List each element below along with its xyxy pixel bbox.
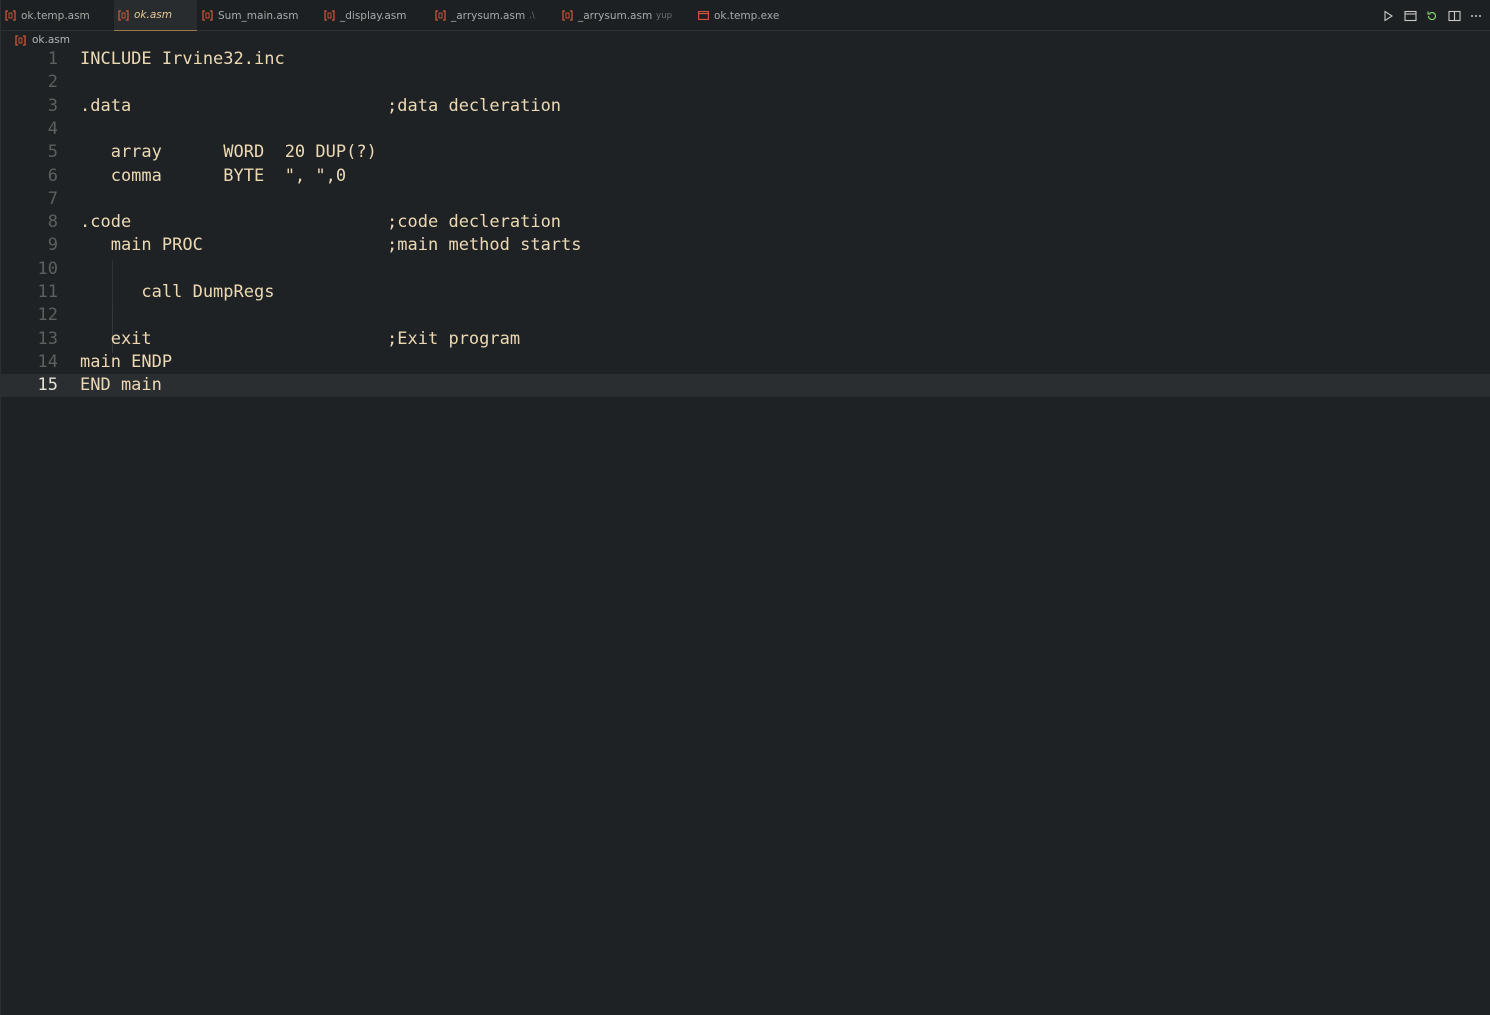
code-line[interactable]: 4 [1,118,1490,141]
tab-sum-main-asm[interactable]: Sum_main.asm [202,0,299,31]
code-line[interactable]: 7 [1,188,1490,211]
code-line[interactable]: 3 .data ;data decleration [1,95,1490,118]
tab-path-hint: yup [656,10,672,21]
asm-file-icon [324,10,335,21]
split-editor-icon[interactable] [1443,5,1465,27]
line-number: 15 [37,375,58,396]
line-number: 4 [47,118,58,139]
line-number: 2 [47,72,58,93]
code-line[interactable]: 14 main ENDP [1,351,1490,374]
code-line[interactable]: 6 comma BYTE ", ",0 [1,165,1490,188]
line-text[interactable]: .data ;data decleration [80,95,561,118]
editor-window: ok.temp.asm ok.asm Sum_main.asm _display… [0,0,1490,1015]
line-number: 9 [47,235,58,256]
asm-file-icon [15,34,26,46]
open-preview-icon[interactable] [1399,5,1421,27]
line-text[interactable]: .code ;code decleration [80,211,561,234]
line-text[interactable]: INCLUDE Irvine32.inc [80,48,285,71]
line-text[interactable]: exit ;Exit program [80,328,520,351]
line-number: 8 [47,212,58,233]
line-text[interactable]: main ENDP [80,351,172,374]
tab-label: _arrysum.asm [578,9,653,22]
line-number: 5 [47,142,58,163]
line-text[interactable]: main PROC ;main method starts [80,234,582,257]
asm-file-icon [562,10,573,21]
code-line[interactable]: 11 call DumpRegs [1,281,1490,304]
tab-label: ok.temp.asm [21,9,90,22]
line-number: 3 [47,95,58,116]
line-number: 14 [37,351,58,372]
tab-display-asm[interactable]: _display.asm [324,0,407,31]
code-line[interactable]: 13 exit ;Exit program [1,328,1490,351]
line-number: 10 [37,258,58,279]
run-icon[interactable] [1377,5,1399,27]
editor-actions [1377,0,1487,31]
code-line[interactable]: 1 INCLUDE Irvine32.inc [1,48,1490,71]
tab-path-hint: .\ [529,10,535,21]
breadcrumb[interactable]: ok.asm [15,32,70,48]
asm-file-icon [435,10,446,21]
code-editor[interactable]: 1 INCLUDE Irvine32.inc 2 3 .data ;data d… [1,48,1490,1015]
tab-ok-asm[interactable]: ok.asm [114,0,197,31]
code-line[interactable]: 9 main PROC ;main method starts [1,234,1490,257]
tab-arrysum-asm-1[interactable]: _arrysum.asm .\ [435,0,535,31]
line-number: 13 [37,328,58,349]
line-text[interactable]: call DumpRegs [80,281,274,304]
line-number: 6 [47,165,58,186]
line-text[interactable]: array WORD 20 DUP(?) [80,141,377,164]
line-number: 12 [37,305,58,326]
code-line[interactable]: 12 [1,304,1490,327]
code-line[interactable]: 5 array WORD 20 DUP(?) [1,141,1490,164]
asm-file-icon [202,10,213,21]
code-line[interactable]: 10 [1,258,1490,281]
revert-icon[interactable] [1421,5,1443,27]
exe-file-icon [698,10,709,21]
tab-bar: ok.temp.asm ok.asm Sum_main.asm _display… [1,0,1490,31]
tab-label: _arrysum.asm [451,9,526,22]
asm-file-icon [118,9,129,21]
tab-label: _display.asm [340,9,407,22]
asm-file-icon [5,10,16,21]
tab-arrysum-asm-2[interactable]: _arrysum.asm yup [562,0,672,31]
tab-ok-temp-exe[interactable]: ok.temp.exe [698,0,779,31]
tab-ok-temp-asm[interactable]: ok.temp.asm [5,0,90,31]
line-number: 11 [37,282,58,302]
more-actions-icon[interactable] [1465,5,1487,27]
tab-label: ok.asm [134,9,172,21]
breadcrumb-file[interactable]: ok.asm [32,34,70,46]
tab-label: Sum_main.asm [218,9,299,22]
line-number: 1 [47,49,58,69]
line-text[interactable]: END main [80,374,162,397]
tab-label: ok.temp.exe [714,9,780,22]
code-line-current[interactable]: 15 END main [1,374,1490,398]
code-line[interactable]: 2 [1,71,1490,94]
line-number: 7 [47,188,58,209]
code-line[interactable]: 8 .code ;code decleration [1,211,1490,234]
line-text[interactable]: comma BYTE ", ",0 [80,165,346,188]
